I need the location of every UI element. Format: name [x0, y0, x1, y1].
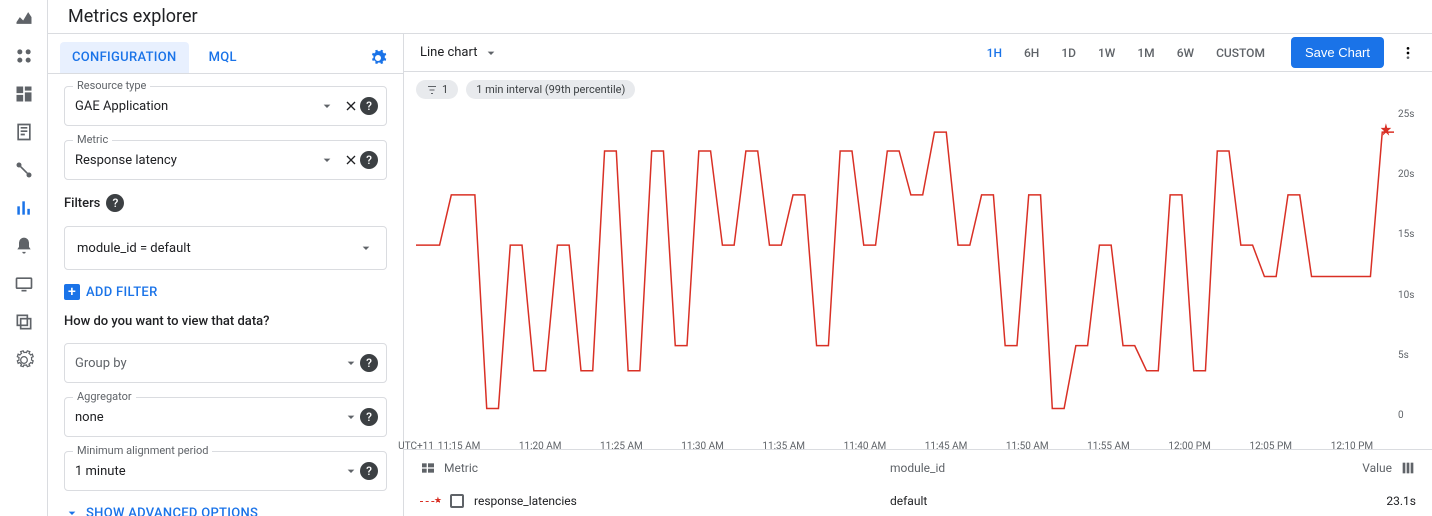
- legend-row[interactable]: response_latencies default 23.1s: [404, 486, 1432, 516]
- alignment-field[interactable]: Minimum alignment period 1 minute ?: [64, 451, 387, 491]
- config-gear-icon[interactable]: [369, 49, 387, 67]
- col-metric: Metric: [444, 461, 478, 475]
- metric-value: Response latency: [75, 153, 312, 168]
- help-icon[interactable]: ?: [360, 151, 378, 169]
- resource-type-value: GAE Application: [75, 99, 312, 114]
- table-icon: [420, 460, 436, 476]
- resource-type-field[interactable]: Resource type GAE Application ?: [64, 86, 387, 126]
- line-chart: ★: [416, 107, 1394, 421]
- overview-icon[interactable]: [14, 46, 34, 66]
- filter-item[interactable]: module_id = default: [64, 226, 387, 270]
- series-checkbox[interactable]: [450, 494, 464, 508]
- help-icon[interactable]: ?: [360, 97, 378, 115]
- help-icon[interactable]: ?: [360, 354, 378, 372]
- alerting-icon[interactable]: [14, 236, 34, 256]
- help-icon[interactable]: ?: [106, 194, 124, 212]
- metric-field[interactable]: Metric Response latency ?: [64, 140, 387, 180]
- series-value: 23.1s: [1336, 494, 1416, 508]
- chevron-down-icon: [358, 240, 374, 256]
- metrics-explorer-icon[interactable]: [14, 198, 34, 218]
- time-range-1w[interactable]: 1W: [1088, 40, 1125, 66]
- series-name: response_latencies: [474, 494, 577, 508]
- col-module: module_id: [890, 461, 1336, 475]
- dropdown-arrow-icon[interactable]: [318, 151, 336, 169]
- clear-icon[interactable]: [342, 151, 360, 169]
- legend-table: Metric module_id Value response_latencie…: [404, 449, 1432, 516]
- tab-mql[interactable]: MQL: [197, 42, 249, 73]
- page-title-bar: Metrics explorer: [48, 0, 1432, 34]
- dropdown-arrow-icon[interactable]: [342, 462, 360, 480]
- metric-label: Metric: [73, 133, 112, 146]
- series-module: default: [890, 494, 1336, 508]
- alignment-label: Minimum alignment period: [73, 444, 212, 457]
- trace-icon[interactable]: [14, 160, 34, 180]
- time-range-1m[interactable]: 1M: [1127, 40, 1164, 66]
- time-range-custom[interactable]: CUSTOM: [1206, 40, 1275, 66]
- config-panel: CONFIGURATION MQL Resource type GAE Appl…: [48, 34, 404, 516]
- alignment-value: 1 minute: [75, 464, 336, 479]
- dropdown-arrow-icon[interactable]: [342, 408, 360, 426]
- interval-pill[interactable]: 1 min interval (99th percentile): [466, 80, 635, 99]
- filter-icon: [426, 84, 438, 96]
- chart-panel: Line chart 1H6H1D1W1M6WCUSTOM Save Chart…: [404, 34, 1432, 516]
- time-range-1h[interactable]: 1H: [977, 40, 1012, 66]
- time-range-1d[interactable]: 1D: [1051, 40, 1086, 66]
- clear-icon[interactable]: [342, 97, 360, 115]
- columns-icon[interactable]: [1400, 460, 1416, 476]
- help-icon[interactable]: ?: [360, 462, 378, 480]
- more-menu-icon[interactable]: [1396, 41, 1420, 65]
- chart-area: ★ 25s20s15s10s5s0 UTC+1111:15 AM11:20 AM…: [404, 107, 1432, 449]
- col-value: Value: [1362, 461, 1392, 475]
- dropdown-arrow-icon[interactable]: [342, 354, 360, 372]
- settings-icon[interactable]: [14, 350, 34, 370]
- add-filter-button[interactable]: + ADD FILTER: [64, 284, 387, 300]
- resource-type-label: Resource type: [73, 79, 150, 92]
- dropdown-arrow-icon: [483, 45, 499, 61]
- help-icon[interactable]: ?: [360, 408, 378, 426]
- view-question: How do you want to view that data?: [64, 314, 387, 329]
- uptime-icon[interactable]: [14, 274, 34, 294]
- group-by-field[interactable]: Group by ?: [64, 343, 387, 383]
- filter-count-pill[interactable]: 1: [416, 80, 458, 99]
- groups-icon[interactable]: [14, 312, 34, 332]
- y-axis-labels: 25s20s15s10s5s0: [1398, 107, 1428, 421]
- left-nav-rail: [0, 0, 48, 516]
- reports-icon[interactable]: [14, 122, 34, 142]
- svg-text:★: ★: [1380, 120, 1392, 140]
- save-chart-button[interactable]: Save Chart: [1291, 37, 1384, 68]
- filters-label: Filters ?: [64, 194, 387, 212]
- dropdown-arrow-icon[interactable]: [318, 97, 336, 115]
- group-by-value: Group by: [75, 356, 336, 371]
- tab-configuration[interactable]: CONFIGURATION: [60, 42, 189, 73]
- show-advanced-options[interactable]: SHOW ADVANCED OPTIONS: [64, 505, 387, 516]
- filter-value: module_id = default: [77, 241, 358, 256]
- chevron-down-icon: [64, 505, 80, 516]
- aggregator-value: none: [75, 410, 336, 425]
- chart-type-selector[interactable]: Line chart: [416, 45, 503, 61]
- plus-icon: +: [64, 284, 80, 300]
- monitoring-icon[interactable]: [14, 8, 34, 28]
- aggregator-label: Aggregator: [73, 390, 136, 403]
- series-marker-icon: [420, 501, 440, 502]
- page-title: Metrics explorer: [68, 6, 198, 27]
- time-range-selector: 1H6H1D1W1M6WCUSTOM: [977, 40, 1275, 66]
- aggregator-field[interactable]: Aggregator none ?: [64, 397, 387, 437]
- time-range-6h[interactable]: 6H: [1014, 40, 1049, 66]
- dashboards-icon[interactable]: [14, 84, 34, 104]
- time-range-6w[interactable]: 6W: [1167, 40, 1204, 66]
